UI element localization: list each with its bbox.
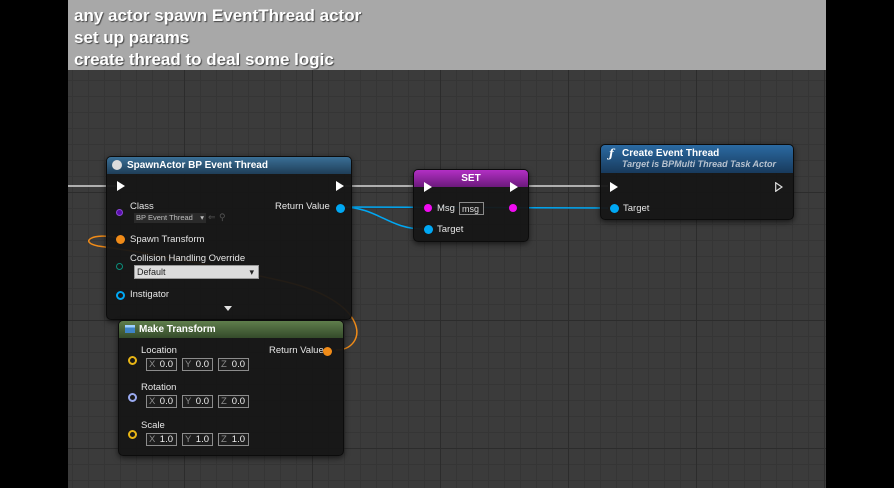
rotation-z-field[interactable]: Z 0.0 [218,395,249,408]
class-label: Class [130,201,154,212]
instigator-label: Instigator [130,289,170,300]
scale-x-field[interactable]: X 1.0 [146,433,177,446]
comment-line-2: set up params [74,28,190,47]
scale-z-field[interactable]: Z 1.0 [218,433,249,446]
spawn-node-header[interactable]: SpawnActor BP Event Thread [107,157,351,174]
instigator-pin[interactable] [116,291,125,300]
collision-dropdown[interactable]: Default ▾ [134,265,259,279]
return-value-label: Return Value [275,201,330,212]
spawn-transform-pin[interactable] [116,235,125,244]
location-pin[interactable] [128,356,137,365]
comment-line-3: create thread to deal some logic [74,50,334,69]
create-exec-out-pin[interactable] [775,182,783,192]
set-target-pin[interactable] [424,225,433,234]
blueprint-graph-viewport[interactable]: any actor spawn EventThread actor set up… [68,0,826,488]
collision-pin[interactable] [116,263,123,270]
make-node-header[interactable]: Make Transform [119,321,343,338]
make-transform-node[interactable]: Make Transform Return Value Location X 0.… [118,320,344,456]
set-target-label: Target [437,224,464,235]
search-icon[interactable]: ⚲ [219,212,226,223]
create-node-header[interactable]: ƒ Create Event Thread Target is BPMulti … [601,145,793,173]
set-node[interactable]: SET Msg msg Target [413,169,529,242]
create-target-label: Target [623,203,650,214]
collision-dropdown-value: Default [137,267,166,277]
spawn-exec-in-pin[interactable] [117,181,125,191]
location-z-field[interactable]: Z 0.0 [218,358,249,371]
return-value-pin[interactable] [336,204,345,213]
scale-y-field[interactable]: Y 1.0 [182,433,213,446]
comment-box[interactable]: any actor spawn EventThread actor set up… [68,0,826,70]
class-dropdown[interactable]: BP Event Thread ▾ [134,213,206,223]
set-node-title: SET [461,173,481,184]
class-pin[interactable] [116,209,123,216]
make-return-pin[interactable] [323,347,332,356]
set-exec-out-pin[interactable] [510,182,518,192]
collision-label: Collision Handling Override [130,253,246,264]
comment-line-1: any actor spawn EventThread actor [74,6,362,25]
make-return-label: Return Value [269,345,324,356]
class-dropdown-value: BP Event Thread [136,213,193,222]
location-label: Location [141,345,177,356]
make-node-title: Make Transform [139,324,216,335]
create-node-subtitle: Target is BPMulti Thread Task Actor [622,159,777,169]
spawn-icon [112,160,122,170]
rotation-pin[interactable] [128,393,137,402]
location-x-field[interactable]: X 0.0 [146,358,177,371]
make-struct-icon [125,325,135,333]
spawn-exec-out-pin[interactable] [336,181,344,191]
spawn-transform-label: Spawn Transform [130,234,205,245]
location-y-field[interactable]: Y 0.0 [182,358,213,371]
spawn-actor-node[interactable]: SpawnActor BP Event Thread Class BP Even… [106,156,352,320]
rotation-label: Rotation [141,382,177,393]
expand-arrow-icon[interactable] [224,306,232,311]
msg-out-pin[interactable] [509,204,517,212]
chevron-down-icon: ▾ [249,267,254,277]
msg-label: Msg [437,203,455,214]
rotation-y-field[interactable]: Y 0.0 [182,395,213,408]
create-event-thread-node[interactable]: ƒ Create Event Thread Target is BPMulti … [600,144,794,220]
create-target-pin[interactable] [610,204,619,213]
rotation-x-field[interactable]: X 0.0 [146,395,177,408]
scale-label: Scale [141,420,165,431]
msg-input[interactable]: msg [459,202,484,215]
spawn-node-title: SpawnActor BP Event Thread [127,160,268,171]
browse-arrow-icon[interactable]: ⇐ [208,212,216,223]
scale-pin[interactable] [128,430,137,439]
set-exec-in-pin[interactable] [424,182,432,192]
msg-pin[interactable] [424,204,432,212]
chevron-down-icon: ▾ [200,213,204,222]
function-icon: ƒ [609,147,614,160]
create-exec-in-pin[interactable] [610,182,618,192]
